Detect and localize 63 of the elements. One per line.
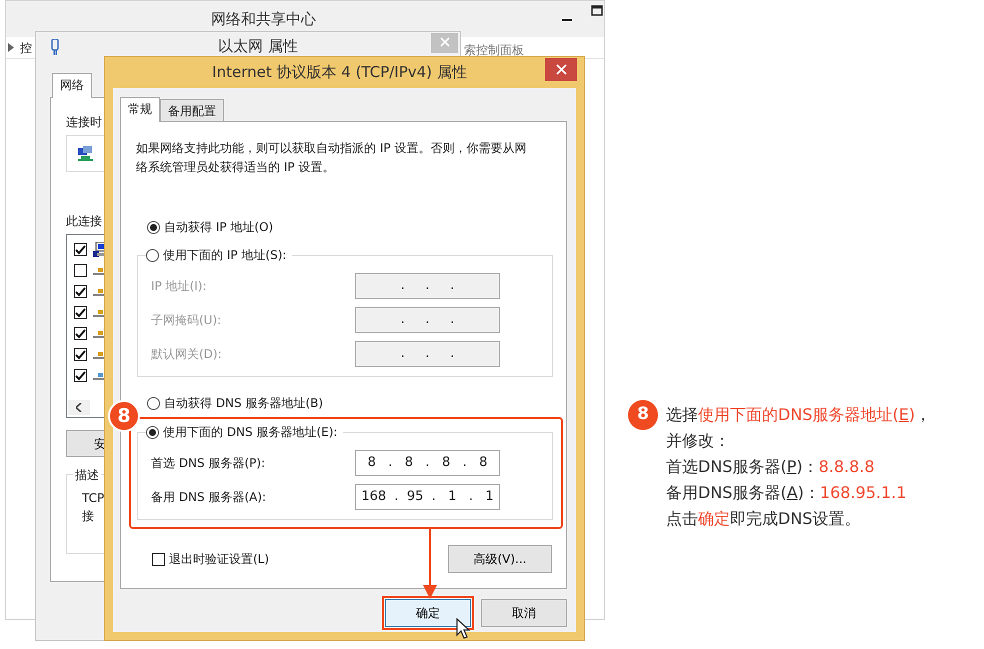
instruction-text: 选择使用下面的DNS服务器地址(E)， [666,404,932,426]
check-icon [75,328,86,338]
section-label: 连接时 [66,114,102,131]
window-title: Internet 协议版本 4 (TCP/IPv4) 属性 [212,62,467,83]
close-button[interactable] [545,58,577,81]
checkbox[interactable] [74,369,87,382]
check-icon [75,350,86,360]
ip-address-field[interactable]: 8 . 8 . 8 . 8 [355,450,500,476]
radio-button[interactable] [146,426,159,438]
radio-button[interactable] [147,396,160,410]
ip-address-field[interactable]: 168 . 95 . 1 . 1 [355,484,500,510]
field-label: IP 地址(I): [151,278,208,295]
checkbox-label[interactable]: 退出时验证设置(L) [169,550,270,568]
checkbox[interactable] [74,243,87,256]
search-placeholder[interactable]: 索控制面板 [464,41,524,59]
window-title: 以太网 属性 [218,36,298,58]
step-badge: 8 [628,400,658,430]
advanced-button[interactable]: 高级(V)... [448,545,552,573]
radio-label[interactable]: 自动获得 IP 地址(O) [164,218,274,236]
description-text: TCP [82,490,104,507]
arrow-drawing [420,529,440,599]
radio-button[interactable] [146,248,159,262]
close-icon [556,64,566,75]
instruction-text: 并修改： [666,430,731,452]
checkbox[interactable] [152,552,165,566]
section-label: 此连接 [66,213,102,230]
instruction-text: 首选DNS服务器(P)：8.8.8.8 [666,456,876,478]
ok-button[interactable]: 确定 [385,599,471,627]
maximize-icon [591,5,603,16]
checkbox[interactable] [74,348,87,361]
minimize-icon [562,19,572,21]
breadcrumb-item[interactable]: 控 [20,38,32,56]
field-label: 备用 DNS 服务器(A): [151,489,268,506]
checkbox[interactable] [74,285,87,298]
network-adapter-icon [78,146,93,162]
field-label: 子网掩码(U): [151,312,222,329]
chevron-left-icon [76,403,82,412]
checkbox[interactable] [74,264,87,277]
radio-label[interactable]: 自动获得 DNS 服务器地址(B) [164,394,324,412]
check-icon [75,286,86,296]
check-icon [75,308,86,318]
checkbox[interactable] [74,327,87,340]
checkbox[interactable] [74,306,87,319]
radio-label[interactable]: 使用下面的 IP 地址(S): [163,246,286,264]
tab[interactable]: 备用配置 [160,99,224,121]
field-label: 首选 DNS 服务器(P): [151,455,266,472]
tab[interactable]: 网络 [52,73,92,98]
description-text: 接 [82,508,94,525]
cancel-button[interactable]: 取消 [481,599,567,627]
scroll-left-button[interactable] [68,400,90,415]
check-icon [75,370,86,380]
check-icon [75,244,86,254]
tab[interactable]: 常规 [120,97,160,122]
radio-button[interactable] [147,220,160,234]
instruction-text: 备用DNS服务器(A)：168.95.1.1 [666,482,908,504]
group-title: 描述 [73,466,101,484]
expand-arrow-icon [8,43,14,52]
network-adapter-icon [50,38,60,54]
description-text: 如果网络支持此功能，则可以获取自动指派的 IP 设置。否则，你需要从网络系统管理员处获得适当的 IP 设置。 [136,140,528,176]
close-icon [440,37,450,48]
field-label: 默认网关(D): [151,346,223,363]
mouse-pointer-icon [456,618,470,639]
instruction-text: 点击确定即完成DNS设置。 [666,508,862,530]
